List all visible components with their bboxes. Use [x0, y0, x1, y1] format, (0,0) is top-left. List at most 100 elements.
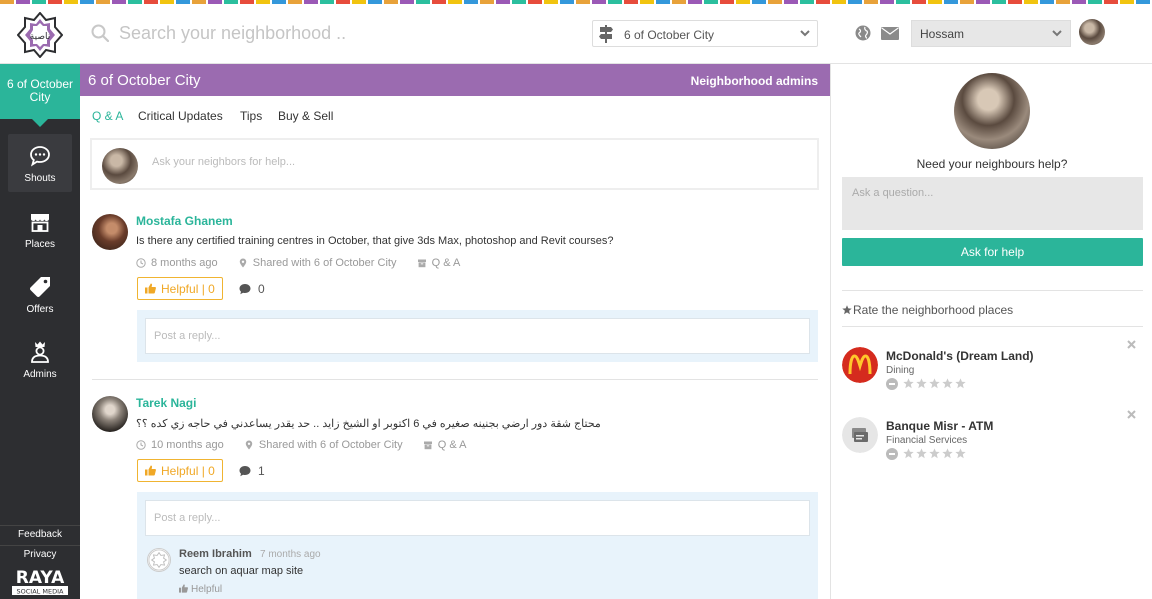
ask-neighbors-input[interactable] [152, 156, 752, 168]
place-item[interactable]: Banque Misr - ATM Financial Services [842, 410, 1143, 477]
ask-question-input[interactable] [842, 177, 1143, 230]
post-time: 8 months ago [151, 257, 218, 270]
privacy-link[interactable]: Privacy [0, 545, 80, 563]
reply-input[interactable] [145, 500, 810, 536]
mcdonalds-logo-icon [842, 347, 878, 383]
comment-count-value: 0 [258, 282, 265, 296]
signpost-icon [599, 25, 613, 43]
globe-icon[interactable] [855, 25, 871, 41]
tab-buy-sell[interactable]: Buy & Sell [278, 109, 333, 123]
thumbs-up-icon [145, 283, 156, 294]
location-pin-icon [244, 439, 259, 451]
city-select-value: 6 of October City [624, 28, 715, 42]
clear-rating-icon[interactable] [886, 448, 898, 460]
svg-text:RAYA: RAYA [16, 568, 65, 588]
place-category: Financial Services [886, 435, 968, 446]
post-category: Q & A [431, 257, 461, 270]
raya-social-media-logo: RAYA SOCIAL MEDIA [12, 568, 68, 596]
helpful-button[interactable]: Helpful | 0 [137, 459, 223, 482]
sidebar-item-admins[interactable]: Admins [8, 330, 72, 388]
post-author[interactable]: Tarek Nagi [136, 396, 196, 410]
star-icon[interactable] [916, 448, 927, 459]
close-icon[interactable] [1127, 340, 1136, 349]
comment-count[interactable]: 0 [239, 282, 265, 296]
right-panel: Need your neighbours help? Ask for help … [830, 64, 1152, 599]
sidebar-city-label[interactable]: 6 of October City [0, 64, 80, 119]
sidebar-item-offers[interactable]: Offers [8, 265, 72, 323]
star-icon[interactable] [929, 378, 940, 389]
post-divider [92, 379, 818, 380]
search-icon[interactable] [91, 24, 109, 42]
tag-icon [29, 277, 50, 298]
place-name[interactable]: McDonald's (Dream Land) [886, 349, 1034, 363]
avatar [92, 396, 128, 432]
top-header: ناصية 6 of October City Hossam [0, 4, 1152, 64]
sidebar-item-label: Places [24, 239, 55, 250]
star-icon[interactable] [903, 378, 914, 389]
helpful-label: Helpful | 0 [161, 464, 215, 478]
store-icon [31, 214, 49, 232]
sidebar-item-label: Offers [26, 304, 54, 315]
city-select[interactable]: 6 of October City [592, 20, 818, 47]
place-item[interactable]: McDonald's (Dream Land) Dining [842, 340, 1143, 407]
comment-icon [239, 466, 251, 477]
feedback-link[interactable]: Feedback [0, 525, 80, 543]
thumbs-up-icon [145, 465, 156, 476]
avatar [954, 73, 1030, 149]
star-icon[interactable] [955, 448, 966, 459]
user-avatar[interactable] [1079, 19, 1105, 45]
clear-rating-icon[interactable] [886, 378, 898, 390]
comment-count-value: 1 [258, 464, 265, 478]
clock-icon [136, 257, 151, 269]
star-icon[interactable] [942, 378, 953, 389]
left-sidebar: 6 of October City Shouts Places Offers A… [0, 64, 80, 599]
reply-area [137, 310, 818, 362]
helpful-button[interactable]: Helpful | 0 [137, 277, 223, 300]
neighborhood-title: 6 of October City [88, 72, 201, 89]
post-shared-with: Shared with 6 of October City [252, 257, 397, 270]
divider [842, 290, 1143, 291]
comment-count[interactable]: 1 [239, 464, 265, 478]
reply-helpful-link[interactable]: Helpful [179, 584, 222, 595]
thumbs-up-icon [179, 584, 188, 593]
sidebar-item-label: Admins [23, 369, 57, 380]
user-name: Hossam [920, 27, 965, 41]
reply-author[interactable]: Reem Ibrahim [179, 548, 252, 560]
search-input[interactable] [119, 18, 539, 48]
place-name[interactable]: Banque Misr - ATM [886, 419, 993, 433]
chat-bubble-icon [30, 146, 50, 167]
avatar [92, 214, 128, 250]
reply-text: search on aquar map site [179, 565, 304, 577]
mail-icon[interactable] [881, 27, 899, 40]
sidebar-item-shouts[interactable]: Shouts [8, 134, 72, 192]
tab-critical-updates[interactable]: Critical Updates [138, 109, 223, 123]
tab-tips[interactable]: Tips [240, 109, 262, 123]
sidebar-item-label: Shouts [24, 173, 56, 184]
post-time: 10 months ago [151, 439, 224, 452]
ask-neighbors-box [90, 138, 819, 190]
reply-item: Reem Ibrahim 7 months ago search on aqua… [145, 548, 810, 598]
star-icon[interactable] [955, 378, 966, 389]
star-icon [842, 305, 852, 315]
site-logo[interactable]: ناصية [17, 12, 63, 58]
chevron-down-icon [800, 30, 810, 37]
rate-places-heading: Rate the neighborhood places [842, 303, 1013, 317]
star-icon[interactable] [916, 378, 927, 389]
post-author[interactable]: Mostafa Ghanem [136, 214, 233, 228]
ask-for-help-button[interactable]: Ask for help [842, 238, 1143, 266]
atm-icon [842, 417, 878, 453]
reply-input[interactable] [145, 318, 810, 354]
star-icon[interactable] [942, 448, 953, 459]
close-icon[interactable] [1127, 410, 1136, 419]
user-menu-select[interactable]: Hossam [911, 20, 1071, 47]
post-item: Mostafa Ghanem Is there any certified tr… [80, 214, 830, 364]
avatar [147, 548, 171, 572]
clock-icon [136, 439, 151, 451]
crown-user-icon [31, 341, 49, 363]
star-icon[interactable] [903, 448, 914, 459]
neighborhood-admins-link[interactable]: Neighborhood admins [691, 74, 818, 88]
sidebar-city-arrow [32, 119, 48, 127]
tab-qa[interactable]: Q & A [92, 109, 123, 123]
star-icon[interactable] [929, 448, 940, 459]
sidebar-item-places[interactable]: Places [8, 200, 72, 258]
